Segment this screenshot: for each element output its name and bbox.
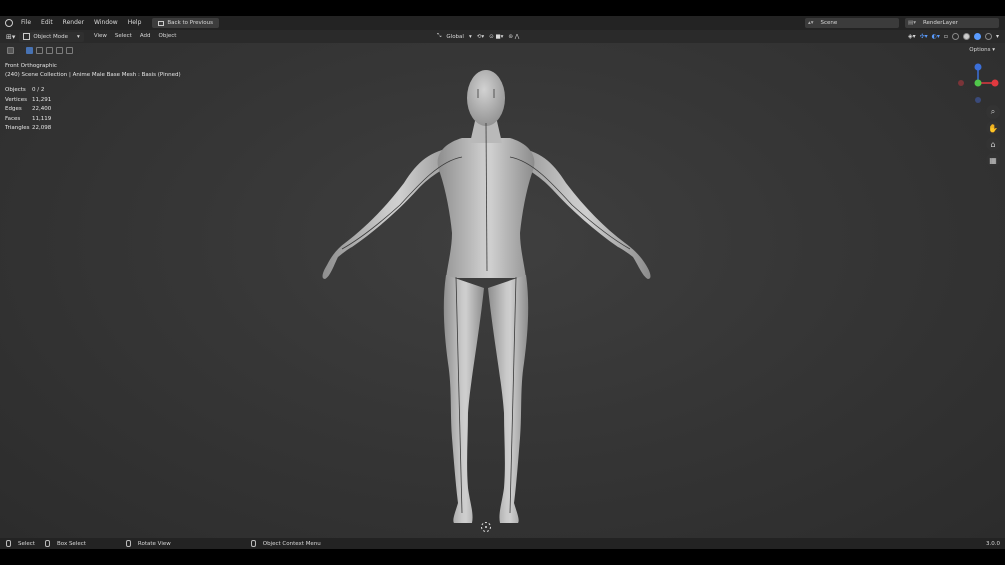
window-icon [158, 20, 165, 26]
solid-shading-icon[interactable] [962, 33, 970, 40]
menu-select[interactable]: Select [111, 30, 136, 43]
shading-options-icon[interactable]: ▾ [996, 33, 999, 40]
status-context-menu: Object Context Menu [250, 540, 321, 547]
render-layer-field[interactable]: ▤▾ RenderLayer [905, 18, 999, 28]
status-box-select: Box Select [44, 540, 86, 547]
mode-select[interactable]: Object Mode ▾ [19, 31, 84, 42]
chevron-down-icon: ▾ [77, 33, 80, 40]
head [467, 70, 505, 126]
pivot-icon[interactable]: ⟲▾ [477, 34, 484, 40]
viewport-right-controls: ◈▾ ✣▾ ◐▾ ▫ ▾ [908, 30, 999, 43]
viewport-header: ⊞▾ Object Mode ▾ View Select Add Object … [0, 30, 1005, 43]
menu-window[interactable]: Window [89, 16, 123, 30]
right-leg [488, 275, 529, 523]
transform-controls: ⤡ Global ▾ ⟲▾ ⊙ ■▾ ⊚ ⋀ [437, 30, 519, 43]
version-label: 3.0.0 [986, 540, 1000, 547]
rendered-shading-icon[interactable] [984, 33, 992, 40]
render-layer-icon: ▤▾ [908, 20, 916, 26]
blender-logo-icon[interactable] [5, 19, 13, 27]
top-bar: File Edit Render Window Help Back to Pre… [0, 16, 1005, 30]
mouse-left-icon [6, 540, 11, 547]
menu-file[interactable]: File [16, 16, 36, 30]
mouse-middle-icon [125, 540, 131, 547]
menu-render[interactable]: Render [58, 16, 89, 30]
menu-help[interactable]: Help [123, 16, 147, 30]
menu-edit[interactable]: Edit [36, 16, 58, 30]
xray-icon[interactable]: ▫ [944, 33, 948, 40]
status-select: Select [6, 540, 35, 547]
status-bar: Select Box Select Rotate View Object Con… [0, 538, 1005, 549]
wireframe-shading-icon[interactable] [951, 33, 959, 40]
letterbox-bottom [0, 549, 1005, 565]
mouse-drag-icon [44, 540, 50, 547]
proportional-edit-icon[interactable]: ⊚ ⋀ [508, 34, 519, 40]
scene-field[interactable]: ▴▾ Scene [805, 18, 899, 28]
transform-orientation[interactable]: Global [446, 34, 464, 40]
3d-cursor-icon [481, 522, 491, 532]
scene-fields: ▴▾ Scene ▤▾ RenderLayer [805, 18, 999, 28]
object-mode-icon [23, 33, 31, 40]
transform-orientation-icon: ⤡ [437, 33, 442, 39]
status-box-select-label: Box Select [56, 540, 86, 547]
3d-viewport[interactable]: Front Orthographic (240) Scene Collectio… [0, 43, 1005, 538]
scene-icon: ▴▾ [808, 20, 814, 26]
status-select-label: Select [18, 540, 35, 547]
editor-type-icon[interactable]: ⊞▾ [6, 33, 15, 41]
menu-object[interactable]: Object [155, 30, 181, 43]
back-to-previous-button[interactable]: Back to Previous [152, 18, 220, 28]
human-base-mesh[interactable] [0, 43, 1005, 538]
gizmo-toggle-icon[interactable]: ✣▾ [920, 33, 928, 40]
chevron-down-icon: ▾ [468, 33, 472, 40]
left-leg [443, 275, 484, 523]
mode-label: Object Mode [33, 33, 69, 40]
status-context-menu-label: Object Context Menu [262, 540, 321, 547]
letterbox-top [0, 0, 1005, 16]
render-layer-name: RenderLayer [922, 20, 958, 26]
snap-icon[interactable]: ⊙ ■▾ [489, 34, 503, 40]
visibility-icon[interactable]: ◈▾ [908, 33, 916, 40]
overlay-toggle-icon[interactable]: ◐▾ [932, 33, 940, 40]
status-rotate-view: Rotate View [125, 540, 171, 547]
back-to-previous-label: Back to Previous [167, 20, 214, 26]
status-rotate-view-label: Rotate View [137, 540, 171, 547]
mouse-right-icon [250, 540, 256, 547]
menu-add[interactable]: Add [136, 30, 155, 43]
material-shading-icon[interactable] [973, 33, 981, 40]
scene-name: Scene [820, 20, 838, 26]
menu-view[interactable]: View [90, 30, 111, 43]
